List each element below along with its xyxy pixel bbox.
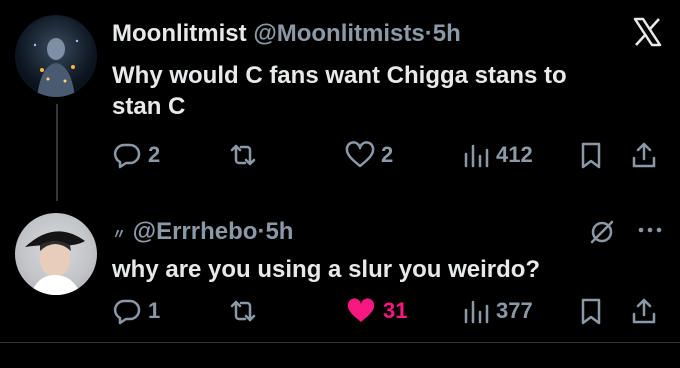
share-button[interactable] bbox=[630, 296, 658, 326]
more-icon[interactable] bbox=[636, 225, 664, 235]
retweet-button[interactable] bbox=[228, 140, 264, 170]
view-count: 377 bbox=[496, 298, 533, 323]
bookmark-button[interactable] bbox=[578, 296, 604, 326]
share-icon bbox=[632, 142, 656, 168]
bookmark-icon bbox=[581, 142, 601, 169]
like-button[interactable]: 31 bbox=[345, 296, 407, 326]
views-icon bbox=[464, 300, 489, 324]
like-count: 31 bbox=[383, 298, 408, 323]
time-separator: · bbox=[424, 20, 433, 47]
retweet-icon bbox=[230, 144, 256, 166]
reply-mark: 〃 bbox=[112, 226, 126, 242]
like-button[interactable]: 2 bbox=[345, 140, 393, 170]
tweet-text: why are you using a slur you weirdo? bbox=[112, 256, 541, 283]
tweet-text: Why would C fans want Chigga stans to st… bbox=[112, 60, 567, 122]
reply-button[interactable]: 2 bbox=[112, 140, 160, 170]
bookmark-button[interactable] bbox=[578, 140, 604, 170]
share-icon bbox=[632, 298, 656, 324]
tweet-actions: 1 31 377 bbox=[112, 296, 662, 326]
tweet-text-line: Why would C fans want Chigga stans to bbox=[112, 62, 567, 89]
divider bbox=[0, 342, 680, 343]
avatar[interactable] bbox=[15, 213, 97, 295]
like-icon bbox=[345, 141, 375, 168]
mute-icon[interactable] bbox=[588, 218, 616, 246]
tweet-actions: 2 2 412 bbox=[112, 140, 662, 170]
reply-icon bbox=[113, 143, 141, 169]
retweet-icon bbox=[230, 300, 256, 322]
timestamp[interactable]: 5h bbox=[433, 20, 461, 47]
views-icon bbox=[464, 144, 489, 168]
reply-count: 2 bbox=[148, 142, 161, 167]
tweet-header: 〃 @Errrhebo·5h bbox=[112, 218, 293, 246]
view-count: 412 bbox=[496, 142, 533, 167]
like-icon bbox=[347, 298, 375, 322]
thread-line bbox=[56, 104, 58, 201]
like-count: 2 bbox=[381, 142, 394, 167]
user-handle[interactable]: @Errrhebo bbox=[133, 218, 258, 245]
timestamp[interactable]: 5h bbox=[265, 218, 293, 245]
tweet-header: Moonlitmist @Moonlitmists·5h bbox=[112, 20, 461, 48]
views-button[interactable]: 412 bbox=[462, 140, 533, 170]
avatar[interactable] bbox=[15, 15, 97, 97]
bookmark-icon bbox=[581, 298, 601, 325]
share-button[interactable] bbox=[630, 140, 658, 170]
retweet-button[interactable] bbox=[228, 296, 264, 326]
tweet-text-line: stan C bbox=[112, 93, 186, 120]
x-logo-icon bbox=[633, 17, 662, 47]
display-name[interactable]: Moonlitmist bbox=[112, 20, 247, 47]
user-handle[interactable]: @Moonlitmists bbox=[253, 20, 424, 47]
reply-button[interactable]: 1 bbox=[112, 296, 160, 326]
reply-count: 1 bbox=[148, 298, 161, 323]
reply-icon bbox=[113, 299, 141, 325]
views-button[interactable]: 377 bbox=[462, 296, 533, 326]
